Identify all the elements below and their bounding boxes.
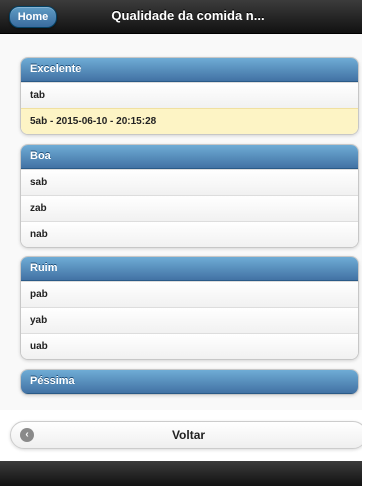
list-item[interactable]: tab (21, 82, 358, 108)
list-divider-boa: Boa (21, 145, 358, 169)
footer-bar (0, 461, 362, 486)
list-divider-pessima: Péssima (21, 370, 358, 394)
list-divider-ruim: Ruim (21, 257, 358, 281)
main-content: Excelente tab 5ab - 2015-06-10 - 20:15:2… (0, 34, 362, 410)
list-item[interactable]: pab (21, 281, 358, 307)
header-bar: Home Qualidade da comida n... (0, 0, 362, 34)
list-item[interactable]: uab (21, 333, 358, 359)
voltar-label: Voltar (171, 428, 206, 442)
page-title: Qualidade da comida n... (111, 8, 265, 23)
list-group-boa: Boa sab zab nab (20, 144, 359, 248)
list-group-pessima: Péssima (20, 369, 359, 395)
list-item[interactable]: zab (21, 195, 358, 221)
list-item[interactable]: nab (21, 221, 358, 247)
list-item[interactable]: sab (21, 169, 358, 195)
list-item-highlighted[interactable]: 5ab - 2015-06-10 - 20:15:28 (21, 108, 358, 134)
list-divider-excelente: Excelente (21, 58, 358, 82)
page-edge (362, 0, 366, 486)
list-item[interactable]: yab (21, 307, 358, 333)
list-group-excelente: Excelente tab 5ab - 2015-06-10 - 20:15:2… (20, 57, 359, 135)
voltar-button[interactable]: ‹ Voltar (10, 421, 366, 449)
list-group-ruim: Ruim pab yab uab (20, 256, 359, 360)
